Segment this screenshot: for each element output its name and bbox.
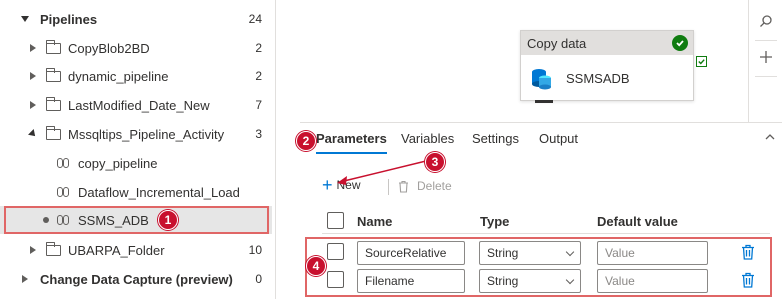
app-root: Pipelines 24 CopyBlob2BD 2 dynamic_pipel… <box>0 0 782 299</box>
caret-right-icon[interactable] <box>26 44 40 52</box>
success-check-icon <box>672 35 688 51</box>
canvas-scroll-indicator <box>535 100 553 103</box>
plus-icon[interactable] <box>752 42 780 72</box>
database-icon <box>532 69 551 90</box>
tree-child-dataflow-incremental[interactable]: Dataflow_Incremental_Load <box>0 178 272 206</box>
caret-down-icon[interactable] <box>26 129 40 139</box>
copy-data-activity[interactable]: Copy data SSMSADB <box>520 30 694 101</box>
completion-check-icon[interactable] <box>696 56 707 67</box>
new-parameter-button[interactable]: + New <box>322 175 361 195</box>
folder-icon <box>45 241 61 256</box>
tree-item-label: dynamic_pipeline <box>68 68 169 84</box>
tree-root-count: 24 <box>248 12 262 26</box>
param-type-select[interactable]: String <box>479 269 581 293</box>
tree-root-label: Change Data Capture (preview) <box>40 271 233 287</box>
toolbar-separator <box>388 179 389 195</box>
delete-parameter-button[interactable]: Delete <box>398 179 452 193</box>
pipeline-tree: Pipelines 24 CopyBlob2BD 2 dynamic_pipel… <box>0 0 276 299</box>
param-name-input[interactable]: Filename <box>357 269 465 293</box>
tree-item-label: LastModified_Date_New <box>68 97 210 113</box>
column-header-default: Default value <box>597 214 678 229</box>
tree-item-count: 2 <box>255 69 262 83</box>
param-type-select[interactable]: String <box>479 241 581 265</box>
trash-icon[interactable] <box>741 272 755 288</box>
param-type-value: String <box>487 246 519 260</box>
tree-child-label: copy_pipeline <box>78 155 158 171</box>
param-type-value: String <box>487 274 519 288</box>
tree-item-label: UBARPA_Folder <box>68 242 165 258</box>
tab-variables[interactable]: Variables <box>401 131 454 152</box>
tree-item-mssqltips[interactable]: Mssqltips_Pipeline_Activity 3 <box>0 120 272 148</box>
activity-name: SSMSADB <box>566 71 630 86</box>
tree-item-count: 3 <box>255 127 262 141</box>
tab-settings[interactable]: Settings <box>472 131 519 152</box>
chevron-up-icon[interactable] <box>764 131 776 143</box>
caret-right-icon[interactable] <box>26 246 40 254</box>
tree-item-lastmodified[interactable]: LastModified_Date_New 7 <box>0 91 272 119</box>
tree-root-label: Pipelines <box>40 11 98 27</box>
folder-icon <box>45 39 61 54</box>
chevron-down-icon <box>565 247 575 257</box>
tree-child-copy-pipeline[interactable]: copy_pipeline <box>0 149 272 177</box>
tree-item-count: 7 <box>255 98 262 112</box>
tree-child-ssms-adb[interactable]: SSMS_ADB <box>0 206 272 234</box>
chevron-down-icon <box>565 275 575 285</box>
tab-parameters[interactable]: Parameters <box>316 131 387 154</box>
row-checkbox[interactable] <box>327 271 344 288</box>
param-name-input[interactable]: SourceRelative <box>357 241 465 265</box>
canvas-toolbar <box>748 0 782 122</box>
caret-right-icon[interactable] <box>18 275 32 283</box>
new-label: New <box>336 178 361 192</box>
callout-badge-3: 3 <box>425 152 445 172</box>
trash-icon[interactable] <box>741 244 755 260</box>
toolbar-divider <box>755 76 777 77</box>
plus-icon: + <box>322 175 333 195</box>
callout-badge-1: 1 <box>158 210 178 230</box>
param-default-input[interactable]: Value <box>597 269 708 293</box>
tree-item-copyblob2bd[interactable]: CopyBlob2BD 2 <box>0 34 272 62</box>
caret-down-icon[interactable] <box>18 16 32 22</box>
caret-right-icon[interactable] <box>26 72 40 80</box>
tree-item-count: 10 <box>248 243 262 257</box>
tree-item-count: 2 <box>255 41 262 55</box>
folder-icon <box>45 125 61 140</box>
tree-root-cdc[interactable]: Change Data Capture (preview) 0 <box>0 265 272 293</box>
pipeline-icon <box>57 158 71 168</box>
toolbar-divider <box>755 40 777 41</box>
tree-child-label: SSMS_ADB <box>78 212 149 228</box>
folder-icon <box>45 96 61 111</box>
tree-root-pipelines[interactable]: Pipelines 24 <box>0 5 272 33</box>
pipeline-icon <box>57 187 71 197</box>
tree-child-label: Dataflow_Incremental_Load <box>78 184 240 200</box>
activity-type-label: Copy data <box>521 31 693 55</box>
tree-item-label: Mssqltips_Pipeline_Activity <box>68 126 225 142</box>
callout-badge-2: 2 <box>296 131 316 151</box>
tree-item-label: CopyBlob2BD <box>68 40 150 56</box>
caret-right-icon[interactable] <box>26 101 40 109</box>
callout-badge-4: 4 <box>306 256 326 276</box>
row-checkbox[interactable] <box>327 243 344 260</box>
column-header-name: Name <box>357 214 393 229</box>
param-default-input[interactable]: Value <box>597 241 708 265</box>
header-divider <box>322 233 770 234</box>
trash-icon <box>399 180 408 193</box>
search-icon[interactable] <box>752 6 780 36</box>
select-all-checkbox[interactable] <box>327 212 344 229</box>
tab-output[interactable]: Output <box>539 131 578 152</box>
pipeline-icon <box>57 215 71 225</box>
delete-label: Delete <box>417 179 452 193</box>
column-header-type: Type <box>480 214 510 229</box>
modified-dot-icon <box>43 217 49 223</box>
tree-item-dynamic-pipeline[interactable]: dynamic_pipeline 2 <box>0 62 272 90</box>
tree-root-count: 0 <box>255 272 262 286</box>
tree-item-ubarpa[interactable]: UBARPA_Folder 10 <box>0 236 272 264</box>
folder-icon <box>45 67 61 82</box>
properties-panel: Parameters Variables Settings Output + N… <box>300 122 782 299</box>
